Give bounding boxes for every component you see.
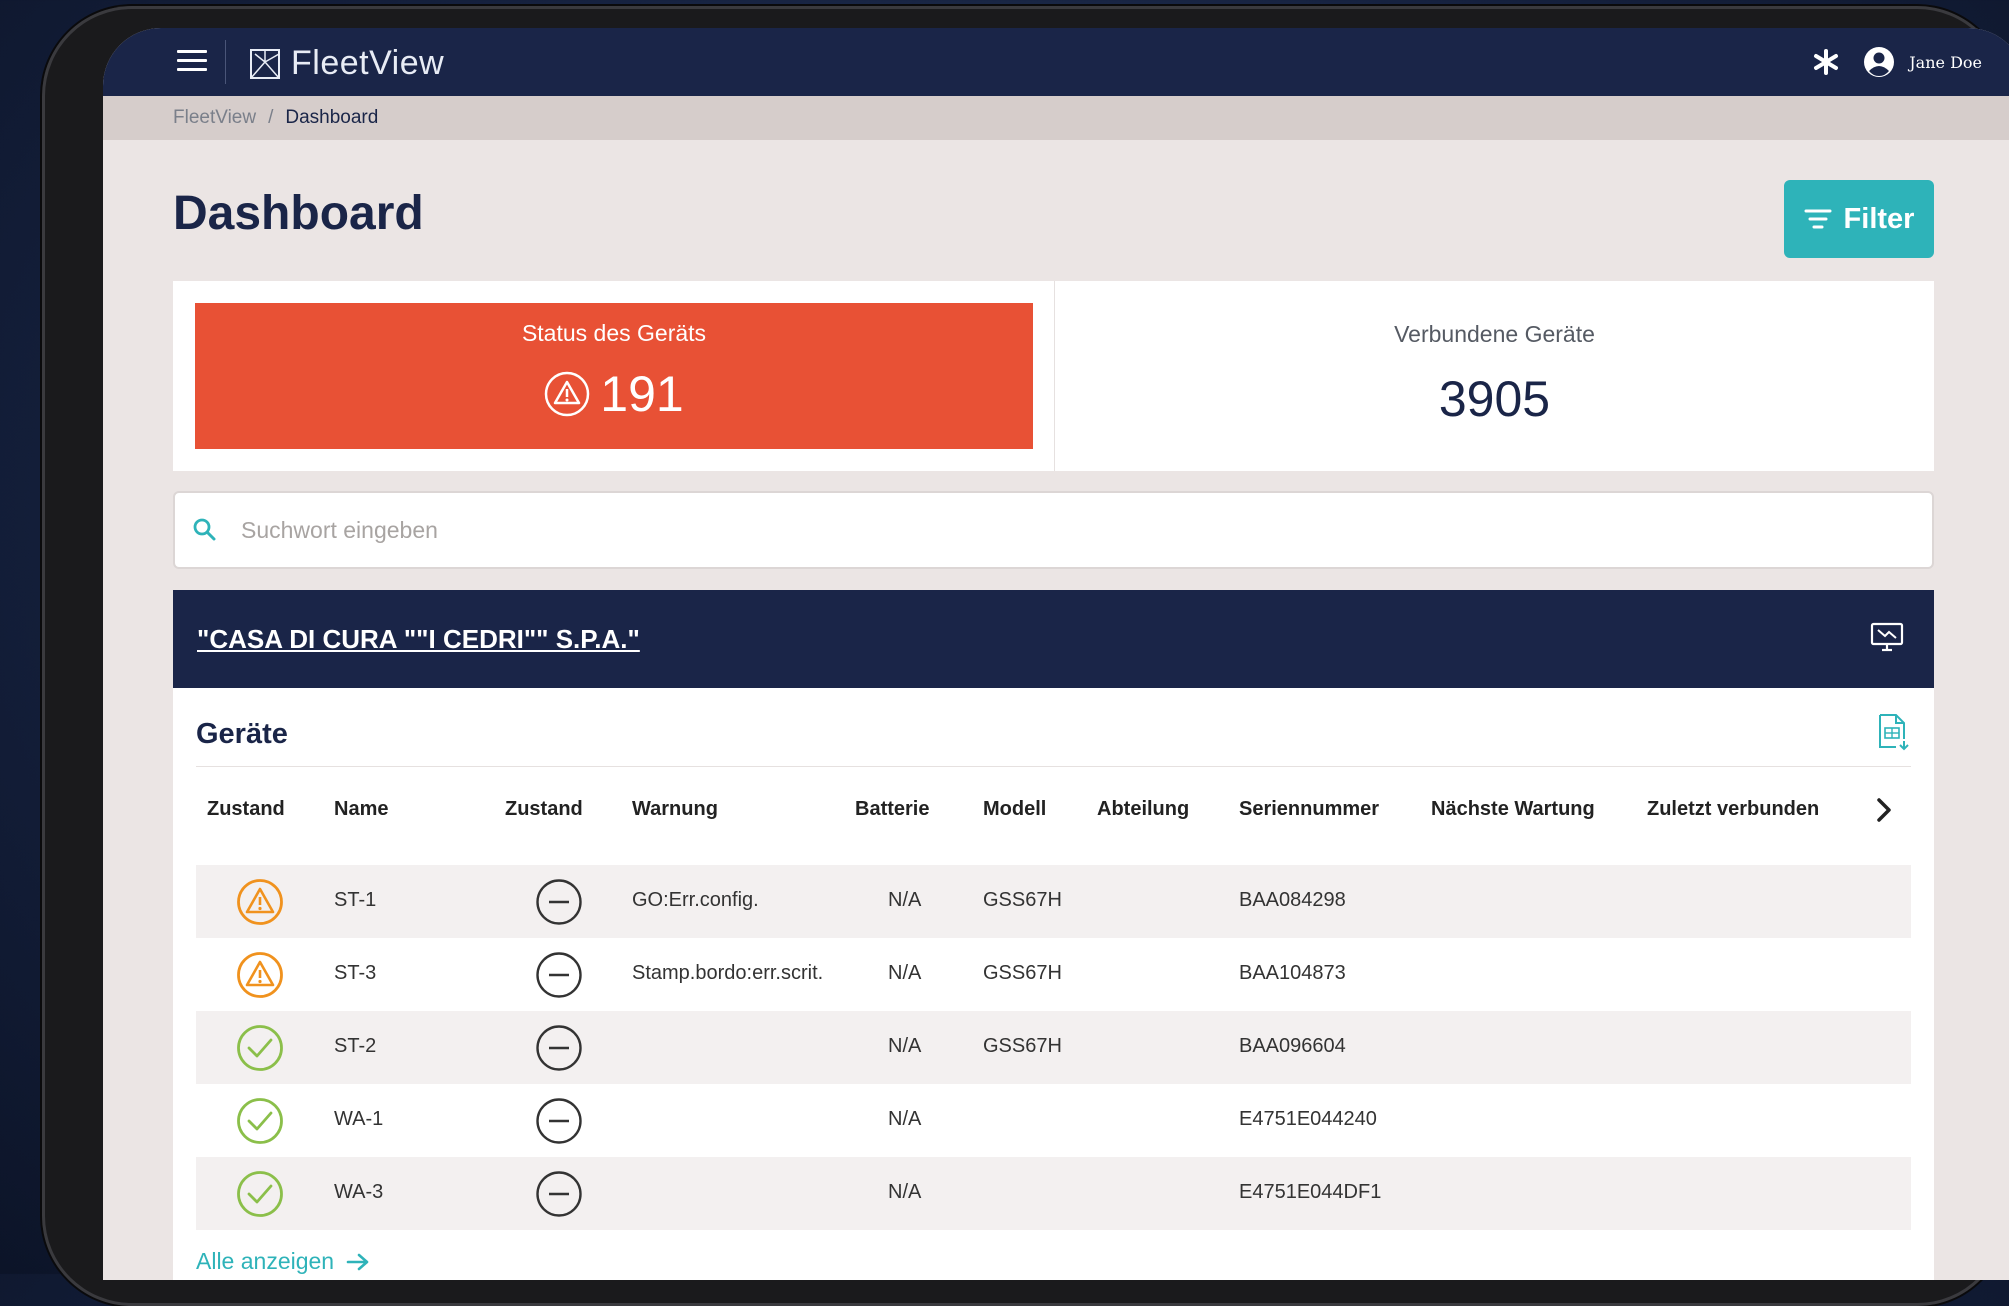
connected-devices-value: 3905 — [1438, 371, 1551, 427]
breadcrumb: FleetView / Dashboard — [103, 96, 2009, 140]
device-name[interactable]: ST-2 — [334, 1035, 376, 1058]
devices-panel: Geräte Zustand Name Zustand Warnung Batt… — [173, 688, 1934, 1280]
device-status-label: Status des Geräts — [521, 320, 707, 346]
filter-button[interactable]: Filter — [1784, 180, 1934, 258]
alert-triangle-icon — [545, 371, 590, 417]
table-row[interactable]: ST-2 N/A GSS67H BAA096604 — [196, 1011, 1911, 1084]
col-battery[interactable]: Batterie — [855, 798, 929, 821]
search-box — [173, 491, 1934, 569]
col-condition[interactable]: Zustand — [505, 798, 583, 821]
col-last-connected[interactable]: Zuletzt verbunden — [1647, 798, 1819, 821]
device-warning: Stamp.bordo:err.scrit. — [632, 962, 824, 984]
user-icon — [1864, 47, 1895, 77]
search-icon — [193, 518, 216, 541]
col-serial[interactable]: Seriennummer — [1239, 798, 1379, 821]
device-status-card[interactable]: Status des Geräts 191 — [195, 303, 1033, 449]
connected-devices-card[interactable]: Verbundene Geräte 3905 — [1055, 281, 1934, 471]
device-serial: BAA096604 — [1239, 1035, 1346, 1057]
topbar-divider — [225, 40, 226, 84]
check-icon — [237, 1025, 283, 1071]
connected-devices-label: Verbundene Geräte — [1394, 321, 1595, 347]
warning-icon — [237, 952, 283, 998]
check-icon — [237, 1098, 283, 1144]
col-next-service[interactable]: Nächste Wartung — [1431, 798, 1595, 821]
customer-header: "CASA DI CURA ""I CEDRI"" S.P.A." — [173, 590, 1934, 688]
fleetview-logo-icon — [250, 48, 280, 79]
app-name: FleetView — [291, 44, 445, 82]
breadcrumb-separator: / — [268, 107, 274, 128]
device-battery: N/A — [888, 1181, 922, 1203]
device-battery: N/A — [888, 889, 922, 911]
devices-separator — [196, 766, 1911, 767]
device-name[interactable]: WA-3 — [334, 1181, 383, 1204]
minus-circle-icon — [536, 879, 582, 925]
col-status[interactable]: Zustand — [207, 798, 285, 821]
minus-circle-icon — [536, 952, 582, 998]
table-row[interactable]: ST-3 Stamp.bordo:err.scrit. N/A GSS67H B… — [196, 938, 1911, 1011]
minus-circle-icon — [536, 1025, 582, 1071]
device-battery: N/A — [888, 1035, 922, 1057]
device-battery: N/A — [888, 962, 922, 984]
show-all-label: Alle anzeigen — [196, 1248, 335, 1274]
export-sheet-icon[interactable] — [1876, 713, 1910, 751]
device-status-value: 191 — [600, 366, 684, 422]
device-name[interactable]: ST-1 — [334, 889, 376, 912]
device-serial: BAA104873 — [1239, 962, 1346, 984]
arrow-right-icon — [346, 1253, 369, 1270]
device-serial: BAA084298 — [1239, 889, 1346, 911]
device-serial: E4751E044DF1 — [1239, 1181, 1382, 1203]
user-name: Jane Doe — [1909, 52, 1982, 72]
col-department[interactable]: Abteilung — [1097, 798, 1189, 821]
stats-panel: Status des Geräts 191 Verbundene Geräte … — [173, 281, 1934, 471]
customer-name-link[interactable]: "CASA DI CURA ""I CEDRI"" S.P.A." — [197, 624, 640, 655]
warning-icon — [237, 879, 283, 925]
table-row[interactable]: ST-1 GO:Err.config. N/A GSS67H BAA084298 — [196, 865, 1911, 938]
chevron-right-icon[interactable] — [1869, 792, 1899, 828]
search-input[interactable] — [239, 515, 1843, 545]
minus-circle-icon — [536, 1098, 582, 1144]
check-icon — [237, 1171, 283, 1217]
device-model: GSS67H — [983, 889, 1062, 911]
page-title: Dashboard — [173, 187, 424, 240]
col-name[interactable]: Name — [334, 798, 388, 821]
device-name[interactable]: WA-1 — [334, 1108, 383, 1131]
device-model: GSS67H — [983, 962, 1062, 984]
minus-circle-icon — [536, 1171, 582, 1217]
device-battery: N/A — [888, 1108, 922, 1130]
top-bar: FleetView Jane Doe — [103, 28, 2009, 96]
table-row[interactable]: WA-3 N/A E4751E044DF1 — [196, 1157, 1911, 1230]
breadcrumb-current: Dashboard — [285, 107, 379, 128]
col-model[interactable]: Modell — [983, 798, 1046, 821]
device-warning: GO:Err.config. — [632, 889, 759, 911]
device-serial: E4751E044240 — [1239, 1108, 1377, 1130]
user-menu[interactable]: Jane Doe — [1863, 46, 1982, 78]
app-screen: FleetView Jane Doe FleetView / Dashboard… — [103, 28, 2009, 1280]
device-name[interactable]: ST-3 — [334, 962, 376, 985]
device-model: GSS67H — [983, 1035, 1062, 1057]
col-warning[interactable]: Warnung — [632, 798, 718, 821]
filter-label: Filter — [1843, 202, 1915, 235]
devices-title: Geräte — [196, 718, 288, 750]
asterisk-icon[interactable] — [1811, 47, 1841, 77]
tablet-frame: FleetView Jane Doe FleetView / Dashboard… — [42, 6, 2009, 1306]
show-all-link[interactable]: Alle anzeigen — [196, 1248, 370, 1275]
breadcrumb-root[interactable]: FleetView — [173, 107, 256, 129]
monitor-icon[interactable] — [1870, 620, 1904, 654]
app-logo[interactable]: FleetView — [249, 44, 444, 83]
filter-icon — [1804, 209, 1832, 229]
table-header: Zustand Name Zustand Warnung Batterie Mo… — [196, 772, 1911, 848]
table-row[interactable]: WA-1 N/A E4751E044240 — [196, 1084, 1911, 1157]
menu-icon[interactable] — [177, 50, 207, 74]
